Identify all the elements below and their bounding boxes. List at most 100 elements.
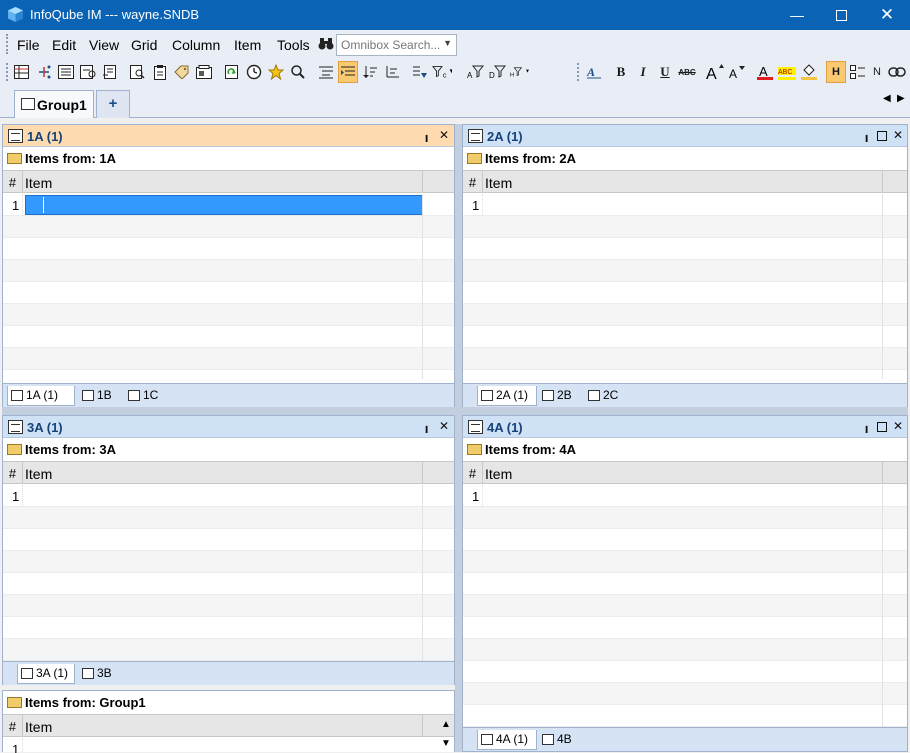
dropdown-arrow-icon[interactable]: ▼ — [443, 38, 452, 48]
table-row[interactable] — [463, 705, 907, 727]
pane-header[interactable]: 1A (1) ╻ ✕ — [3, 125, 454, 147]
horizontal-splitter[interactable] — [2, 407, 908, 415]
menu-edit[interactable]: Edit — [52, 37, 76, 53]
outline-icon[interactable] — [382, 61, 402, 83]
table-row[interactable] — [3, 529, 454, 551]
column-header-item[interactable]: Item — [485, 175, 512, 191]
table-row[interactable]: 1 — [3, 194, 454, 216]
pane-header[interactable]: 2A (1) ╻ ✕ — [463, 125, 907, 147]
table-row[interactable] — [3, 639, 454, 661]
column-divider[interactable] — [422, 715, 423, 737]
star-icon[interactable] — [266, 61, 286, 83]
column-header-item[interactable]: Item — [485, 466, 512, 482]
table-row[interactable] — [3, 260, 454, 282]
menu-grid[interactable]: Grid — [131, 37, 157, 53]
column-divider[interactable] — [882, 462, 883, 484]
table-row[interactable] — [463, 661, 907, 683]
menu-item[interactable]: Item — [234, 37, 261, 53]
menu-view[interactable]: View — [89, 37, 119, 53]
bold-button[interactable]: B — [611, 61, 631, 83]
list-bullets-icon[interactable] — [848, 61, 868, 83]
underline-button[interactable]: U — [655, 61, 675, 83]
table-row[interactable] — [463, 639, 907, 661]
scroll-left-icon[interactable]: ◀ — [883, 93, 891, 104]
filter-h-icon[interactable]: H ▼ — [510, 61, 530, 83]
table-row[interactable] — [463, 573, 907, 595]
table-row[interactable] — [463, 617, 907, 639]
scroll-right-icon[interactable]: ▶ — [897, 93, 905, 104]
table-row[interactable] — [3, 326, 454, 348]
strikethrough-button[interactable]: ABC — [677, 61, 697, 83]
menu-column[interactable]: Column — [172, 37, 220, 53]
pin-icon[interactable]: ╻ — [423, 419, 430, 433]
table-row[interactable] — [463, 551, 907, 573]
close-icon[interactable]: ✕ — [439, 419, 449, 433]
table-row[interactable]: 1 — [3, 738, 454, 753]
close-icon[interactable]: ✕ — [439, 128, 449, 142]
text-style-icon[interactable]: A — [584, 61, 604, 83]
table-row[interactable] — [3, 282, 454, 304]
tab-4a[interactable]: 4A (1) — [477, 730, 537, 750]
table-row[interactable] — [463, 260, 907, 282]
binoculars-icon[interactable] — [318, 37, 334, 51]
column-header-item[interactable]: Item — [25, 175, 52, 191]
table-row[interactable] — [3, 216, 454, 238]
pin-icon[interactable]: ╻ — [863, 419, 870, 433]
grid-view-icon[interactable] — [11, 61, 31, 83]
scroll-up-icon[interactable]: ▲ — [441, 719, 451, 730]
table-row[interactable] — [3, 595, 454, 617]
clock-icon[interactable] — [244, 61, 264, 83]
vertical-splitter[interactable] — [455, 124, 462, 752]
menu-file[interactable]: File — [17, 37, 40, 53]
filter-d-icon[interactable]: D — [488, 61, 508, 83]
pane-header[interactable]: 3A (1) ╻ ✕ — [3, 416, 454, 438]
menu-tools[interactable]: Tools — [277, 37, 310, 53]
filter-list-icon[interactable] — [410, 61, 430, 83]
table-row[interactable] — [463, 326, 907, 348]
table-row[interactable] — [463, 216, 907, 238]
column-divider[interactable] — [422, 462, 423, 484]
normal-style-button[interactable]: N — [867, 61, 887, 83]
hierarchy-icon[interactable] — [34, 61, 54, 83]
table-row[interactable]: 1 — [463, 194, 907, 216]
heading-toggle-button[interactable]: H — [826, 61, 846, 83]
close-icon[interactable]: ✕ — [893, 128, 903, 142]
filter-c-icon[interactable]: c▼ — [432, 61, 452, 83]
table-row[interactable] — [463, 529, 907, 551]
table-row[interactable] — [3, 238, 454, 260]
page-search-icon[interactable] — [128, 61, 148, 83]
table-row[interactable]: 1 — [463, 485, 907, 507]
pane-header[interactable]: 4A (1) ╻ ✕ — [463, 416, 907, 438]
indent-toggle-icon[interactable] — [338, 61, 358, 83]
tab-4b[interactable]: 4B — [539, 730, 583, 750]
maximize-icon[interactable] — [877, 131, 887, 141]
column-header-item[interactable]: Item — [25, 466, 52, 482]
table-row[interactable] — [463, 238, 907, 260]
table-row[interactable] — [3, 551, 454, 573]
tab-1c[interactable]: 1C — [125, 386, 169, 406]
tab-2b[interactable]: 2B — [539, 386, 583, 406]
close-icon[interactable]: ✕ — [893, 419, 903, 433]
table-row[interactable] — [3, 348, 454, 370]
fill-bucket-icon[interactable] — [799, 61, 819, 83]
table-row[interactable] — [463, 304, 907, 326]
grid-list-icon[interactable] — [56, 61, 76, 83]
maximize-icon[interactable] — [877, 422, 887, 432]
toolbar-grip-2[interactable] — [577, 63, 580, 81]
font-grow-icon[interactable]: A — [705, 61, 725, 83]
table-row[interactable] — [3, 573, 454, 595]
clipboard-icon[interactable] — [150, 61, 170, 83]
tab-3b[interactable]: 3B — [79, 664, 123, 684]
table-row[interactable] — [3, 617, 454, 639]
tab-3a[interactable]: 3A (1) — [17, 664, 75, 684]
table-row[interactable] — [463, 282, 907, 304]
maximize-button[interactable] — [818, 0, 864, 30]
table-row[interactable] — [463, 595, 907, 617]
properties-icon[interactable] — [194, 61, 214, 83]
table-row[interactable] — [463, 683, 907, 705]
selected-cell[interactable] — [25, 195, 423, 215]
pin-icon[interactable]: ╻ — [863, 128, 870, 142]
italic-button[interactable]: I — [633, 61, 653, 83]
toolbar-grip[interactable] — [6, 63, 9, 81]
tab-group1[interactable]: Group1 — [14, 90, 94, 118]
